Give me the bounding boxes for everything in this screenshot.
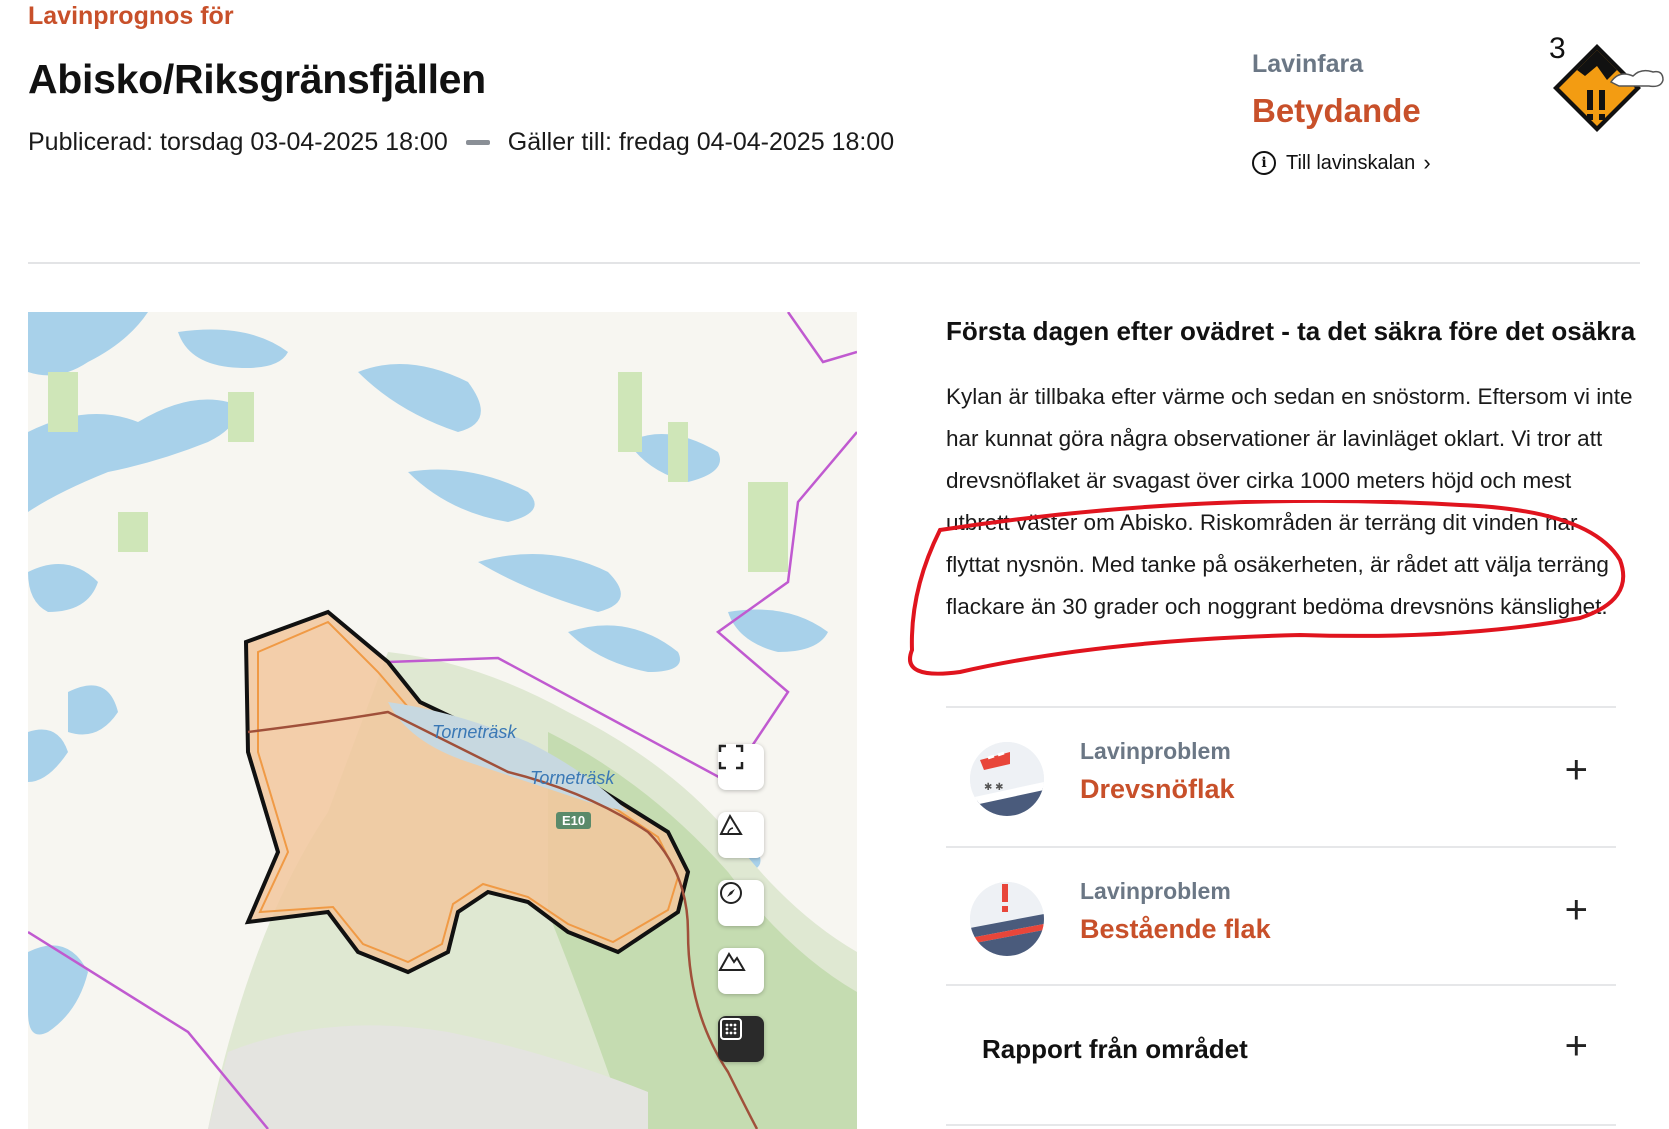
valid-until-date: Gäller till: fredag 04-04-2025 18:00: [507, 128, 895, 156]
area-report-row[interactable]: Rapport från området +: [946, 986, 1616, 1126]
fullscreen-button[interactable]: [718, 744, 764, 790]
header-divider: [28, 262, 1640, 264]
page-title: Abisko/Riksgränsfjällen: [28, 56, 486, 102]
map-label-lake: Torneträsk: [530, 768, 615, 788]
danger-label: Lavinfara: [1252, 50, 1364, 78]
danger-scale-link-label: Till lavinskalan: [1286, 151, 1416, 174]
avalanche-problem-row[interactable]: Lavinproblem Bestående flak +: [946, 848, 1616, 986]
date-range: Publicerad: torsdag 03-04-2025 18:00 Gäl…: [28, 128, 894, 157]
fullscreen-icon: [718, 744, 744, 770]
problem-kicker: Lavinproblem: [1080, 738, 1231, 764]
compass-icon: [720, 882, 742, 904]
expand-plus-icon[interactable]: +: [1565, 890, 1588, 930]
expand-plus-icon[interactable]: +: [1565, 750, 1588, 790]
road-shield: E10: [556, 812, 592, 829]
expand-plus-icon[interactable]: +: [1565, 1026, 1588, 1066]
divider: [946, 1124, 1616, 1126]
problem-name: Drevsnöflak: [1080, 774, 1235, 804]
problem-name: Bestående flak: [1080, 914, 1271, 944]
pre-title: Lavinprognos för: [28, 2, 234, 30]
danger-level-icon: [1549, 40, 1664, 145]
terrain-layer-button[interactable]: [718, 948, 764, 994]
avalanche-problem-row[interactable]: ✱ ✱ Lavinproblem Drevsnöflak +: [946, 708, 1616, 846]
compass-button[interactable]: [718, 880, 764, 926]
slope-layer-button[interactable]: [718, 812, 764, 858]
grid-layer-button[interactable]: [718, 1016, 764, 1062]
persistent-slab-icon: [970, 882, 1044, 956]
annotation-ellipse: [900, 498, 1640, 685]
slope-icon: [719, 813, 743, 835]
map-label-lake: Torneträsk: [432, 722, 517, 742]
published-date: Publicerad: torsdag 03-04-2025 18:00: [28, 128, 448, 156]
date-separator: [465, 140, 490, 145]
problem-kicker: Lavinproblem: [1080, 878, 1231, 904]
forecast-headline: Första dagen efter ovädret - ta det säkr…: [946, 316, 1636, 346]
wind-slab-icon: ✱ ✱: [970, 742, 1044, 816]
danger-level-name: Betydande: [1252, 92, 1421, 129]
chevron-right-icon: ›: [1423, 150, 1431, 175]
area-report-label: Rapport från området: [982, 1034, 1248, 1064]
forecast-map[interactable]: Torneträsk Torneträsk E10: [28, 312, 857, 1129]
terrain-icon: [718, 952, 746, 971]
grid-icon: [720, 1018, 742, 1040]
info-icon: i: [1252, 151, 1276, 175]
danger-scale-link[interactable]: i Till lavinskalan ›: [1252, 150, 1431, 176]
svg-text:✱ ✱: ✱ ✱: [984, 782, 1004, 793]
